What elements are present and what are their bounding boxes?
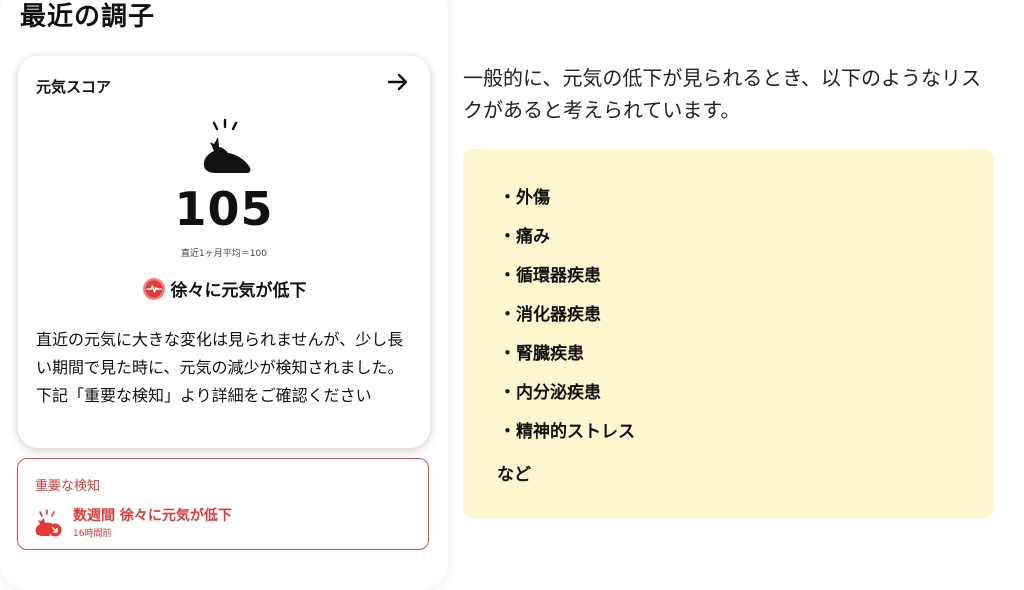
risk-item: ・痛み [499, 227, 550, 247]
heartbeat-icon [142, 277, 165, 300]
risk-item: ・精神的ストレス [499, 422, 635, 442]
score-average-note: 直近1ヶ月平均＝100 [181, 249, 267, 259]
trend-row: 徐々に元気が低下 [18, 276, 430, 301]
genki-score-card[interactable]: 元気スコア 105 直近1ヶ月平均＝100 徐々に元気が低下 直近の元気に大きな… [18, 56, 430, 448]
risk-list-more: など [497, 465, 531, 485]
card-label: 元気スコア [36, 78, 112, 96]
risk-item: ・内分泌疾患 [499, 383, 601, 403]
risk-item: ・循環器疾患 [499, 266, 601, 286]
risk-item: ・消化器疾患 [499, 305, 601, 325]
sad-cat-icon [203, 118, 251, 173]
alert-headline: 数週間 徐々に元気が低下 [73, 508, 232, 524]
alert-timestamp: 16時間前 [73, 529, 112, 539]
trend-label: 徐々に元気が低下 [170, 281, 307, 301]
section-title: 最近の調子 [20, 2, 156, 32]
risk-list-box: ・外傷 ・痛み ・循環器疾患 ・消化器疾患 ・腎臓疾患 ・内分泌疾患 ・精神的ス… [463, 149, 994, 518]
risk-list: ・外傷 ・痛み ・循環器疾患 ・消化器疾患 ・腎臓疾患 ・内分泌疾患 ・精神的ス… [499, 185, 635, 458]
arrow-right-icon[interactable] [386, 70, 410, 94]
risk-item: ・外傷 [499, 188, 550, 208]
risk-intro-text: 一般的に、元気の低下が見られるとき、以下のようなリスクがあると考えられています。 [463, 66, 981, 122]
score-value: 105 [174, 182, 274, 236]
important-alert-card[interactable]: 重要な検知 数週間 徐々に元気が低下 16時間前 [17, 458, 429, 550]
risk-item: ・腎臓疾患 [499, 344, 584, 364]
alert-title: 重要な検知 [35, 479, 101, 494]
score-description: 直近の元気に大きな変化は見られませんが、少し長い期間で見た時に、元気の減少が検知… [36, 330, 404, 405]
cat-decline-icon [35, 509, 62, 537]
